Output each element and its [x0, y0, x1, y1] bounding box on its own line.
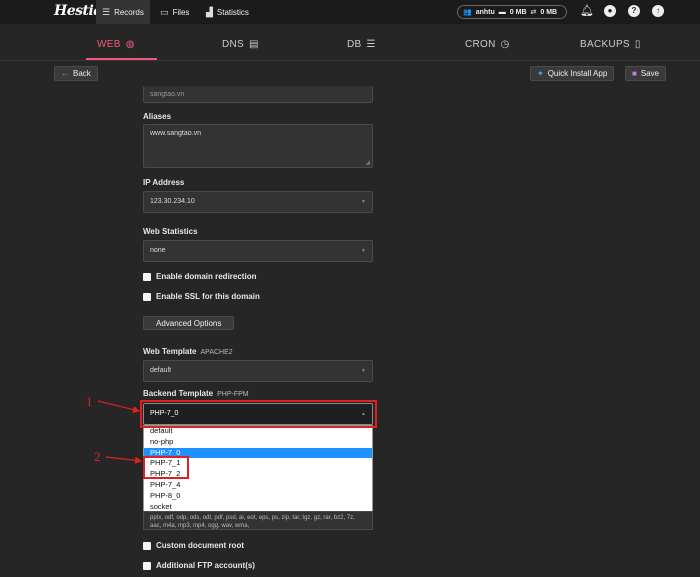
annotation-arrows	[97, 400, 143, 464]
annotation-arrow-1	[97, 400, 141, 414]
annotation-arrow-2	[105, 456, 143, 464]
